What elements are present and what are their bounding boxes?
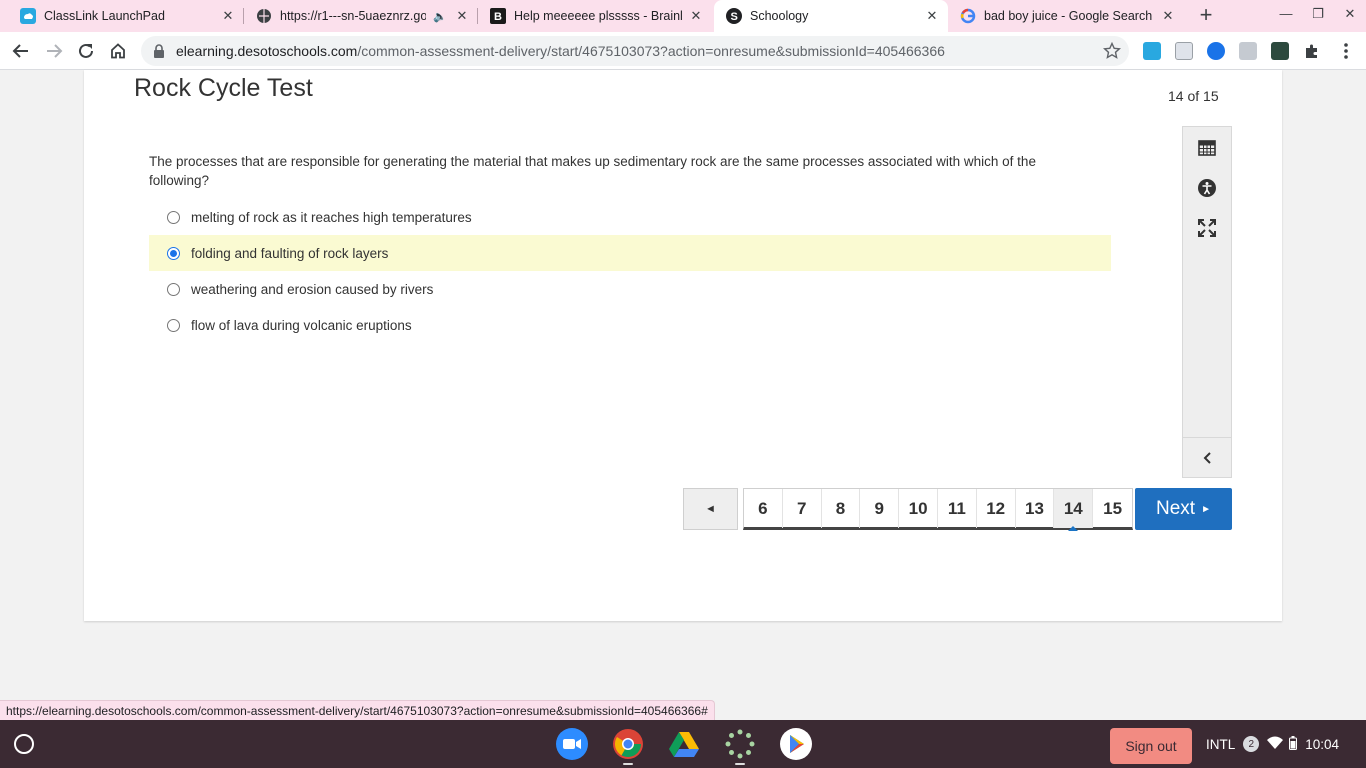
schoology-icon: S xyxy=(726,8,742,24)
radio-button[interactable] xyxy=(167,210,180,224)
radio-button[interactable] xyxy=(167,282,180,296)
menu-kebab-icon[interactable] xyxy=(1334,39,1358,63)
tab-title: Schoology xyxy=(750,9,809,23)
bookmark-star-icon[interactable] xyxy=(1102,41,1122,60)
assessment-card: Rock Cycle Test 14 of 15 The processes t… xyxy=(84,70,1282,621)
answer-label: melting of rock as it reaches high tempe… xyxy=(191,209,472,225)
answer-option[interactable]: melting of rock as it reaches high tempe… xyxy=(149,199,1111,235)
radio-button[interactable] xyxy=(167,318,180,332)
chrome-app-icon[interactable] xyxy=(612,728,644,765)
url-host: elearning.desotoschools.com xyxy=(176,43,358,59)
tools-panel xyxy=(1182,126,1232,478)
clock: 10:04 xyxy=(1305,736,1340,752)
address-bar[interactable]: elearning.desotoschools.com/common-asses… xyxy=(141,36,1129,66)
speaker-icon[interactable]: 🔈 xyxy=(432,8,448,24)
page-number[interactable]: 7 xyxy=(783,489,822,528)
question-pager: 6 7 8 9 10 11 12 13 14 15 xyxy=(743,488,1133,531)
page-number[interactable]: 10 xyxy=(899,489,938,528)
answer-option[interactable]: flow of lava during volcanic eruptions xyxy=(149,307,1111,343)
fullscreen-icon[interactable] xyxy=(1183,208,1231,248)
shield-extension-icon[interactable] xyxy=(1207,42,1225,60)
question-counter: 14 of 15 xyxy=(1168,88,1219,104)
restore-icon[interactable]: ❐ xyxy=(1308,6,1328,22)
tab-classlink[interactable]: ClassLink LaunchPad ✕ xyxy=(8,0,244,32)
home-icon[interactable] xyxy=(106,39,130,63)
status-link-url: https://elearning.desotoschools.com/comm… xyxy=(0,700,715,720)
answer-label: flow of lava during volcanic eruptions xyxy=(191,317,412,333)
tab-schoology[interactable]: S Schoology ✕ xyxy=(714,0,948,32)
page-title: Rock Cycle Test xyxy=(134,74,313,102)
running-indicator xyxy=(735,763,745,765)
page-number[interactable]: 9 xyxy=(860,489,900,528)
back-icon[interactable] xyxy=(9,39,33,63)
notification-count: 2 xyxy=(1243,736,1260,752)
close-window-icon[interactable]: ✕ xyxy=(1340,6,1360,22)
question-text: The processes that are responsible for g… xyxy=(149,154,1036,188)
google-drive-icon[interactable] xyxy=(668,728,700,760)
page-number[interactable]: 12 xyxy=(977,489,1016,528)
tab-strip: ClassLink LaunchPad ✕ https://r1---sn-5u… xyxy=(0,0,1366,32)
sign-out-button[interactable]: Sign out xyxy=(1110,728,1192,764)
close-icon[interactable]: ✕ xyxy=(454,8,470,24)
answer-label: folding and faulting of rock layers xyxy=(191,245,389,261)
answer-option-selected[interactable]: folding and faulting of rock layers xyxy=(149,235,1111,271)
play-store-icon[interactable] xyxy=(780,728,812,760)
zoom-app-icon[interactable] xyxy=(556,728,588,760)
grid-extension-icon[interactable] xyxy=(1271,42,1289,60)
tab-video[interactable]: https://r1---sn-5uaeznrz.goo 🔈 ✕ xyxy=(244,0,478,32)
tab-title: Help meeeeee plsssss - Brainly.c xyxy=(514,9,682,23)
close-icon[interactable]: ✕ xyxy=(688,8,704,24)
launcher-icon[interactable] xyxy=(14,734,34,754)
url-path: /common-assessment-delivery/start/467510… xyxy=(357,43,945,59)
collapse-left-icon[interactable] xyxy=(1183,437,1231,477)
ime-indicator: INTL xyxy=(1206,736,1236,752)
status-tray[interactable]: INTL 2 10:04 xyxy=(1206,728,1339,760)
previous-button[interactable]: ◄ xyxy=(683,488,738,530)
answer-option[interactable]: weathering and erosion caused by rivers xyxy=(149,271,1111,307)
os-shelf: Sign out INTL 2 10:04 xyxy=(0,720,1366,768)
extension-icon[interactable] xyxy=(1175,42,1193,60)
lock-icon[interactable] xyxy=(153,44,167,58)
puzzle-extensions-icon[interactable] xyxy=(1300,39,1324,63)
next-button[interactable]: Next ► xyxy=(1135,488,1232,530)
loading-app-icon[interactable] xyxy=(724,728,756,765)
calculator-icon[interactable] xyxy=(1183,128,1231,168)
page-number[interactable]: 13 xyxy=(1016,489,1055,528)
next-button-label: Next xyxy=(1156,498,1196,519)
wifi-icon xyxy=(1267,736,1284,753)
brainly-icon: B xyxy=(490,8,506,24)
classlink-icon xyxy=(20,8,36,24)
tab-google[interactable]: bad boy juice - Google Search ✕ xyxy=(948,0,1184,32)
tab-title: bad boy juice - Google Search xyxy=(984,9,1153,23)
answer-label: weathering and erosion caused by rivers xyxy=(191,281,434,297)
close-icon[interactable]: ✕ xyxy=(220,8,236,24)
page-number-current[interactable]: 14 xyxy=(1054,489,1094,531)
accessibility-icon[interactable] xyxy=(1183,168,1231,208)
new-tab-button[interactable]: + xyxy=(1194,4,1218,28)
browser-toolbar: elearning.desotoschools.com/common-asses… xyxy=(0,32,1366,70)
forward-icon[interactable] xyxy=(42,39,66,63)
page-number[interactable]: 15 xyxy=(1093,489,1132,528)
classlink-extension-icon[interactable] xyxy=(1143,42,1161,60)
play-triangle-icon: ► xyxy=(1201,503,1211,515)
page-number[interactable]: 6 xyxy=(744,489,783,528)
svg-text:S: S xyxy=(731,11,738,23)
globe-icon xyxy=(256,8,272,24)
google-icon xyxy=(960,8,976,24)
battery-icon xyxy=(1289,735,1298,753)
reload-icon[interactable] xyxy=(74,39,98,63)
close-icon[interactable]: ✕ xyxy=(1160,8,1176,24)
page-number[interactable]: 8 xyxy=(822,489,861,528)
tab-title: https://r1---sn-5uaeznrz.goo xyxy=(280,9,426,23)
radio-button-checked[interactable] xyxy=(167,246,180,260)
folder-extension-icon[interactable] xyxy=(1239,42,1257,60)
minimize-icon[interactable]: — xyxy=(1276,6,1296,21)
close-icon[interactable]: ✕ xyxy=(924,8,940,24)
tab-title: ClassLink LaunchPad xyxy=(44,9,165,23)
tab-brainly[interactable]: B Help meeeeee plsssss - Brainly.c ✕ xyxy=(478,0,712,32)
page-number[interactable]: 11 xyxy=(938,489,977,528)
running-indicator xyxy=(623,763,633,765)
svg-text:B: B xyxy=(494,11,502,23)
